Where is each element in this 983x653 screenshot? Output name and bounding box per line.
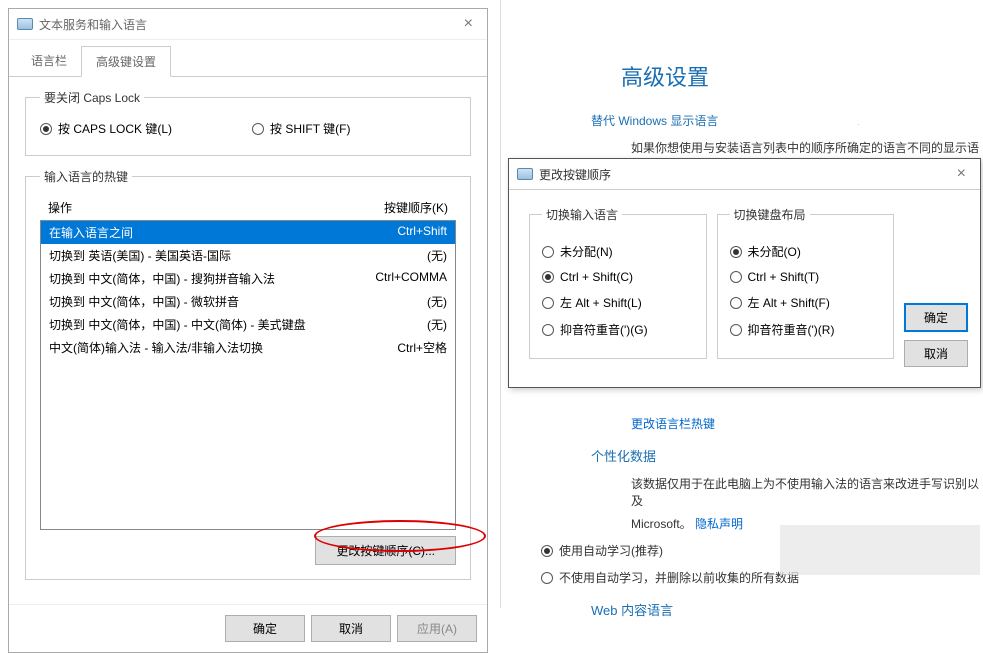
page-heading: 高级设置 [621, 60, 983, 92]
close-icon[interactable]: × [458, 15, 479, 33]
radio-shift[interactable]: 按 SHIFT 键(F) [252, 120, 350, 137]
sub-cancel-button[interactable]: 取消 [904, 340, 968, 367]
section-personal-data: 个性化数据 [591, 446, 983, 465]
radio-icon [252, 123, 264, 135]
col-action: 操作 [48, 199, 384, 216]
list-item[interactable]: 切换到 中文(简体，中国) - 搜狗拼音输入法Ctrl+COMMA [41, 267, 455, 290]
radio-icon [542, 271, 554, 283]
list-item[interactable]: 切换到 中文(简体，中国) - 中文(简体) - 美式键盘(无) [41, 313, 455, 336]
hotkeys-group: 输入语言的热键 操作 按键顺序(K) 在输入语言之间Ctrl+Shift切换到 … [25, 168, 471, 580]
tab-language-bar[interactable]: 语言栏 [17, 46, 81, 76]
section-display-lang: 替代 Windows 显示语言 [591, 112, 983, 129]
radio-input-lang-1[interactable]: Ctrl + Shift(C) [542, 270, 694, 284]
dialog-button-row: 确定 取消 应用(A) [9, 604, 487, 652]
hotkey-header: 操作 按键顺序(K) [40, 195, 456, 220]
watermark-blur [780, 525, 980, 575]
radio-kbd-layout-3[interactable]: 抑音符重音(')(R) [730, 321, 882, 338]
radio-capslock[interactable]: 按 CAPS LOCK 键(L) [40, 120, 172, 137]
apply-button[interactable]: 应用(A) [397, 615, 477, 642]
sub-dialog-titlebar: 更改按键顺序 × [509, 159, 980, 190]
keyboard-icon [17, 18, 33, 30]
radio-icon [541, 572, 553, 584]
list-item[interactable]: 切换到 中文(简体，中国) - 微软拼音(无) [41, 290, 455, 313]
list-item[interactable]: 切换到 英语(美国) - 美国英语-国际(无) [41, 244, 455, 267]
radio-icon [541, 545, 553, 557]
dialog-titlebar: 文本服务和输入语言 × [9, 9, 487, 40]
tab-strip: 语言栏 高级键设置 [9, 40, 487, 77]
change-key-sequence-button[interactable]: 更改按键顺序(C)... [315, 536, 456, 565]
ok-button[interactable]: 确定 [225, 615, 305, 642]
switch-kbd-layout-group: 切换键盘布局 未分配(O) Ctrl + Shift(T) 左 Alt + Shif… [717, 206, 895, 359]
radio-icon [542, 246, 554, 258]
radio-input-lang-2[interactable]: 左 Alt + Shift(L) [542, 294, 694, 311]
radio-input-lang-0[interactable]: 未分配(N) [542, 243, 694, 260]
hotkey-listbox[interactable]: 在输入语言之间Ctrl+Shift切换到 英语(美国) - 美国英语-国际(无)… [40, 220, 456, 530]
radio-kbd-layout-0[interactable]: 未分配(O) [730, 243, 882, 260]
privacy-link[interactable]: 隐私声明 [695, 517, 743, 531]
text-services-dialog: 文本服务和输入语言 × 语言栏 高级键设置 要关闭 Caps Lock 按 CA… [8, 8, 488, 653]
capslock-group: 要关闭 Caps Lock 按 CAPS LOCK 键(L) 按 SHIFT 键… [25, 89, 471, 156]
radio-icon [730, 297, 742, 309]
sub-ok-button[interactable]: 确定 [904, 303, 968, 332]
radio-kbd-layout-2[interactable]: 左 Alt + Shift(F) [730, 294, 882, 311]
list-item[interactable]: 在输入语言之间Ctrl+Shift [41, 221, 455, 244]
switch-kbd-layout-legend: 切换键盘布局 [730, 206, 810, 223]
radio-icon [730, 246, 742, 258]
close-icon[interactable]: × [951, 165, 972, 183]
dialog-title-text: 文本服务和输入语言 [39, 16, 458, 33]
radio-input-lang-3[interactable]: 抑音符重音(')(G) [542, 321, 694, 338]
radio-icon [542, 297, 554, 309]
radio-kbd-layout-1[interactable]: Ctrl + Shift(T) [730, 270, 882, 284]
switch-input-lang-legend: 切换输入语言 [542, 206, 622, 223]
keyboard-icon [517, 168, 533, 180]
col-key-sequence: 按键顺序(K) [384, 199, 448, 216]
list-item[interactable]: 中文(简体)输入法 - 输入法/非输入法切换Ctrl+空格 [41, 336, 455, 359]
switch-input-lang-group: 切换输入语言 未分配(N) Ctrl + Shift(C) 左 Alt + Shif… [529, 206, 707, 359]
tab-advanced-key[interactable]: 高级键设置 [81, 46, 171, 77]
radio-icon [730, 271, 742, 283]
section-web-lang: Web 内容语言 [591, 600, 983, 619]
cancel-button[interactable]: 取消 [311, 615, 391, 642]
radio-icon [730, 324, 742, 336]
capslock-legend: 要关闭 Caps Lock [40, 89, 144, 106]
personal-data-text: 该数据仅用于在此电脑上为不使用输入法的语言来改进手写识别以及 [631, 475, 983, 509]
radio-icon [40, 123, 52, 135]
sub-dialog-title: 更改按键顺序 [539, 166, 951, 183]
hotkeys-legend: 输入语言的热键 [40, 168, 132, 185]
change-langbar-hotkey-link[interactable]: 更改语言栏热键 [631, 417, 715, 431]
radio-icon [542, 324, 554, 336]
change-key-sequence-dialog: 更改按键顺序 × 切换输入语言 未分配(N) Ctrl + Shift(C) 左 A… [508, 158, 981, 388]
